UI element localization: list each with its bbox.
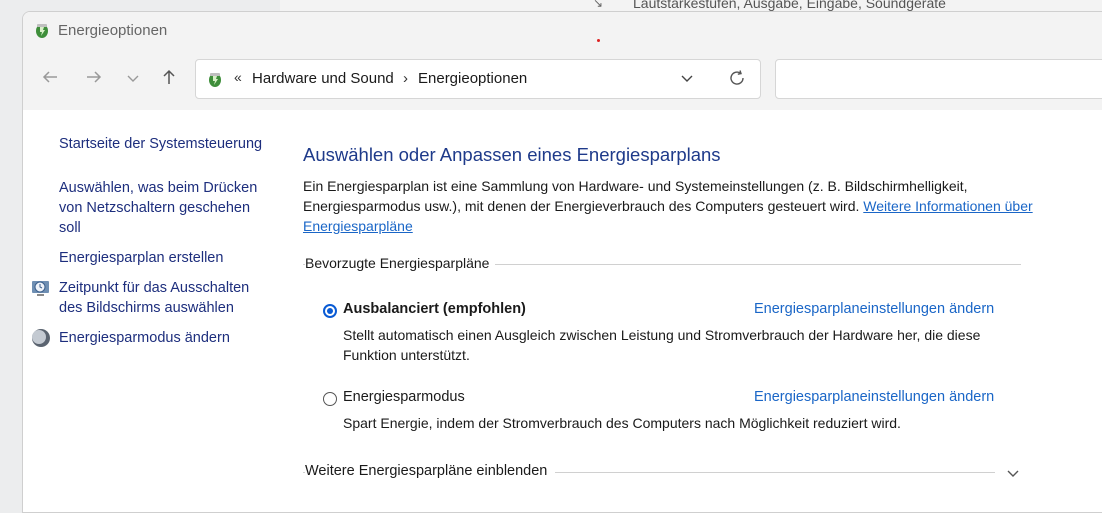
window-title: Energieoptionen	[58, 22, 168, 39]
energieoptionen-window: Energieoptionen « Hardware und Sound › E…	[22, 11, 1102, 513]
search-input[interactable]	[775, 59, 1102, 99]
plan-radio-ausbalanciert[interactable]	[323, 304, 337, 318]
plan-settings-link-energiesparmodus[interactable]: Energiesparplaneinstellungen ändern	[754, 389, 994, 405]
sidebar-item-netzschalter[interactable]: Auswählen, was beim Drücken von Netzscha…	[59, 178, 259, 238]
navigation-bar: « Hardware und Sound › Energieoptionen	[23, 50, 1102, 110]
arrow-right-icon	[87, 71, 102, 83]
arrow-up-icon	[163, 69, 175, 84]
sidebar-item-energiesparplan-erstellen[interactable]: Energiesparplan erstellen	[59, 248, 269, 268]
cursor-marker	[597, 39, 600, 42]
arrow-left-icon	[42, 71, 57, 83]
monitor-clock-icon	[32, 281, 49, 296]
preferred-plans-label: Bevorzugte Energiesparpläne	[305, 255, 496, 271]
address-dropdown-button[interactable]	[680, 71, 694, 90]
chevron-down-icon	[1007, 470, 1019, 477]
breadcrumb-overflow[interactable]: «	[234, 69, 242, 85]
plan-description-ausbalanciert: Stellt automatisch einen Ausgleich zwisc…	[343, 327, 981, 363]
background-window-text: Lautstärkestufen, Ausgabe, Eingabe, Soun…	[633, 0, 946, 11]
chevron-down-icon	[681, 75, 693, 82]
breadcrumb-energieoptionen[interactable]: Energieoptionen	[418, 70, 527, 87]
speaker-icon: ↘	[593, 0, 604, 10]
sidebar-item-energiesparmodus[interactable]: Energiesparmodus ändern	[59, 328, 269, 348]
plan-description-energiesparmodus: Spart Energie, indem der Stromverbrauch …	[343, 415, 901, 431]
plan-settings-link-ausbalanciert[interactable]: Energiesparplaneinstellungen ändern	[754, 301, 994, 317]
power-options-icon	[209, 73, 221, 87]
sidebar-item-bildschirm-ausschalten[interactable]: Zeitpunkt für das Ausschalten des Bildsc…	[59, 278, 269, 318]
title-bar[interactable]: Energieoptionen	[23, 12, 1102, 50]
refresh-icon	[730, 70, 744, 85]
breadcrumb-hardware-und-sound[interactable]: Hardware und Sound	[252, 70, 394, 87]
plan-name-energiesparmodus[interactable]: Energiesparmodus	[343, 389, 465, 405]
more-plans-expand-button[interactable]	[1006, 466, 1020, 485]
plan-radio-energiesparmodus[interactable]	[323, 392, 337, 406]
address-bar[interactable]: « Hardware und Sound › Energieoptionen	[195, 59, 761, 99]
plan-name-ausbalanciert[interactable]: Ausbalanciert (empfohlen)	[343, 301, 526, 317]
refresh-button[interactable]	[728, 69, 746, 93]
more-plans-toggle[interactable]: Weitere Energiesparpläne einblenden	[305, 463, 556, 479]
recent-locations-button[interactable]	[126, 70, 140, 88]
page-description: Ein Energiesparplan ist eine Sammlung vo…	[303, 176, 1033, 236]
forward-button[interactable]	[85, 68, 103, 89]
up-button[interactable]	[160, 68, 178, 89]
power-options-icon	[36, 24, 48, 38]
page-title: Auswählen oder Anpassen eines Energiespa…	[303, 144, 721, 165]
sidebar-item-startseite[interactable]: Startseite der Systemsteuerung	[59, 134, 269, 154]
chevron-down-icon	[127, 75, 139, 82]
moon-icon	[32, 329, 50, 347]
breadcrumb-separator[interactable]: ›	[403, 70, 408, 87]
back-button[interactable]	[41, 68, 59, 89]
